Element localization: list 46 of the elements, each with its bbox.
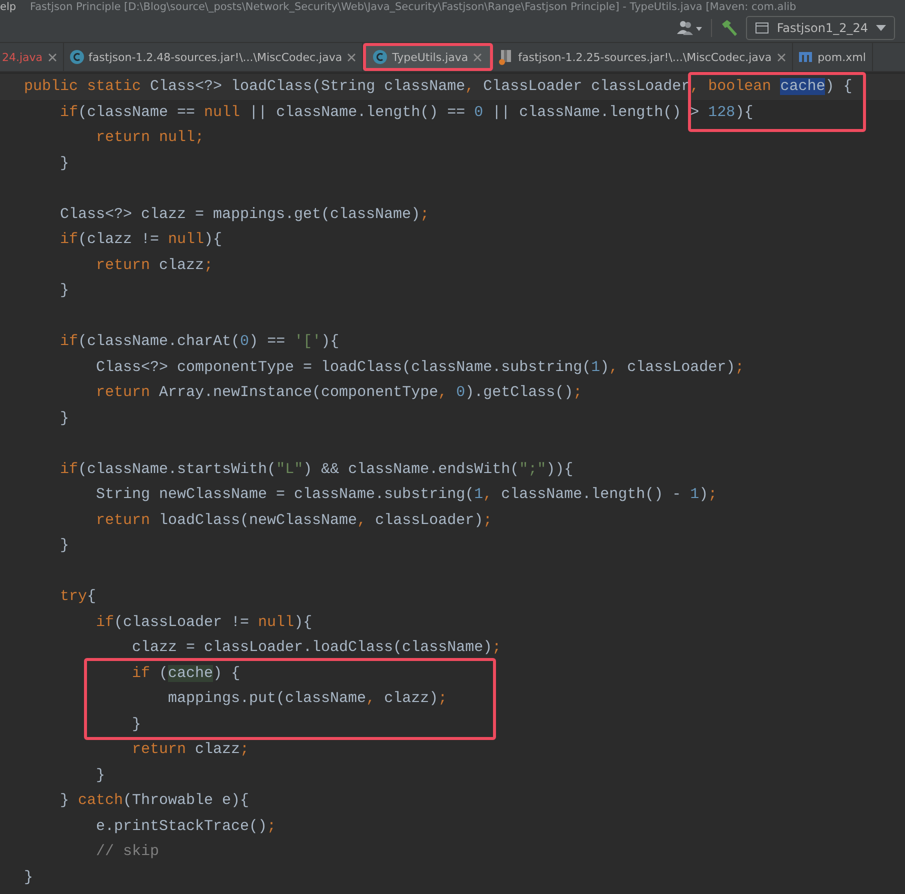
close-icon[interactable] [48, 52, 57, 62]
code-line: } [59, 154, 70, 174]
code-line: } catch(Throwable e){ [59, 791, 250, 811]
code-line: if(className == null || className.length() == 0 || className.length() > 128){ [59, 102, 754, 122]
code-line: Class<?> clazz = mappings.get(className); [59, 204, 430, 224]
code-line: } [59, 408, 70, 428]
code-line: } [23, 868, 34, 888]
code-line: if(className.startsWith("L") && className.endsWith(";")){ [59, 460, 574, 480]
code-line: String newClassName = className.substring(1, className.length() - 1); [95, 485, 718, 505]
code-line: clazz = classLoader.loadClass(className); [131, 638, 502, 658]
code-line: return null; [95, 128, 206, 148]
code-line: // skip [95, 842, 160, 862]
code-line: if(clazz != null){ [59, 230, 224, 250]
code-line: return clazz; [131, 740, 250, 760]
code-line: if(classLoader != null){ [95, 612, 314, 632]
close-icon[interactable] [347, 52, 356, 62]
code-line: if (cache) { [131, 664, 242, 684]
code-line: try{ [59, 587, 98, 607]
window-title: Fastjson Principle [D:\Blog\source\_posts\Network_Security\Web\Java_Security\Fastjson\Range\Fastjson Principle] - TypeUtils.java [Maven: com.alib [30, 0, 796, 14]
close-icon[interactable] [776, 52, 786, 62]
jar-icon [499, 49, 514, 65]
code-line: mappings.put(className, clazz); [167, 689, 448, 709]
code-line: } [59, 281, 70, 301]
window-icon [754, 22, 769, 34]
code-line: Class<?> componentType = loadClass(className.substring(1), classLoader); [95, 358, 746, 378]
code-line: e.printStackTrace(); [95, 816, 278, 836]
editor-tab[interactable]: TypeUtils.java [363, 43, 494, 71]
code-line: if(className.charAt(0) == '['){ [59, 332, 340, 352]
run-configuration-dropdown[interactable]: Fastjson1_2_24 [746, 16, 895, 40]
code-line: return Array.newInstance(componentType, 0).getClass(); [95, 383, 584, 403]
class-icon [373, 50, 388, 64]
editor-tab[interactable]: pom.xml [792, 43, 873, 71]
editor-tab[interactable]: fastjson-1.2.25-sources.jar!\...\MiscCodec.java [493, 43, 793, 71]
class-icon [70, 50, 84, 64]
caret-icon [876, 25, 886, 31]
code-line: return clazz; [95, 256, 214, 276]
menu-item[interactable]: elp [0, 0, 16, 14]
bars-icon [798, 52, 813, 62]
close-icon[interactable] [473, 52, 482, 62]
code-line: } [95, 766, 106, 786]
editor-tab[interactable]: fastjson-1.2.48-sources.jar!\...\MiscCodec.java [64, 43, 364, 71]
people-icon[interactable] [676, 20, 703, 36]
code-line: } [59, 536, 70, 556]
hammer-icon[interactable] [720, 19, 738, 37]
code-line: } [131, 714, 142, 734]
code-line: return loadClass(newClassName, classLoader); [95, 510, 494, 530]
